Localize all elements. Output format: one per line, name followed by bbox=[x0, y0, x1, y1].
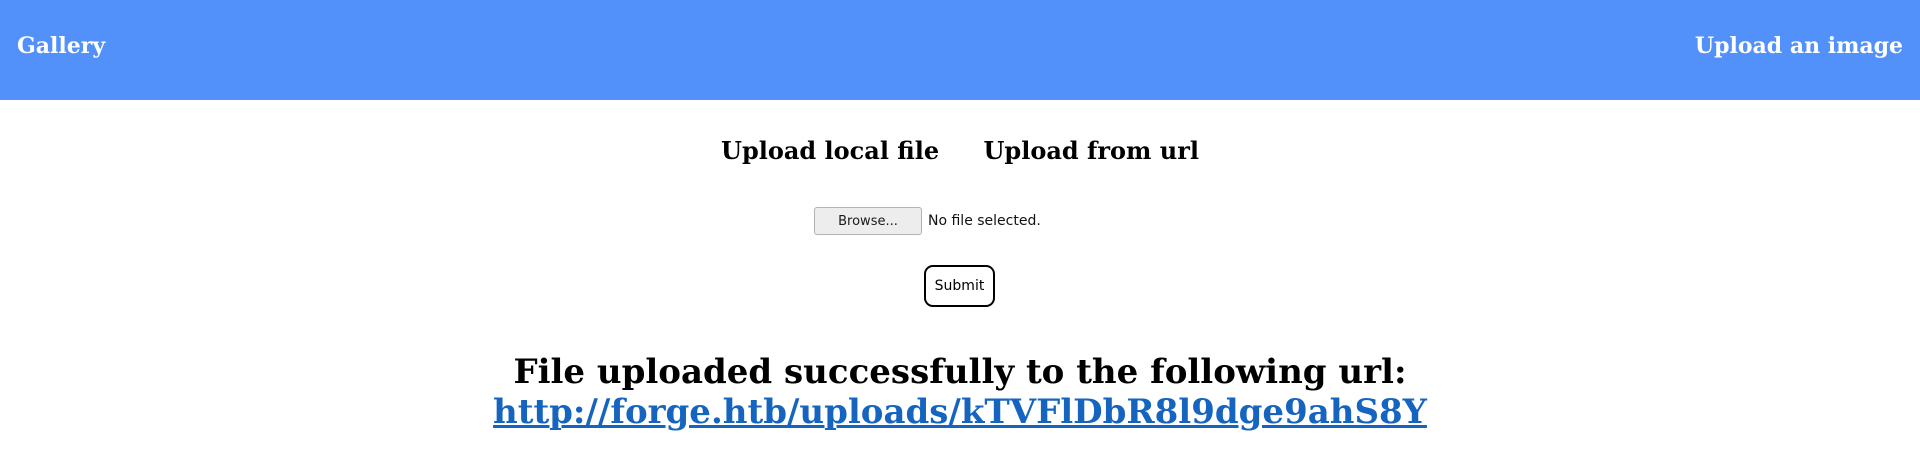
gallery-link[interactable]: Gallery bbox=[17, 33, 105, 59]
tab-upload-local-file[interactable]: Upload local file bbox=[721, 136, 939, 165]
uploaded-file-url-link[interactable]: http://forge.htb/uploads/kTVFlDbR8l9dge9… bbox=[493, 392, 1427, 432]
browse-button[interactable]: Browse... bbox=[814, 207, 922, 235]
upload-tabs: Upload local file Upload from url bbox=[0, 136, 1920, 165]
upload-image-link[interactable]: Upload an image bbox=[1695, 33, 1903, 59]
top-navbar: Gallery Upload an image bbox=[0, 0, 1920, 100]
file-status-text: No file selected. bbox=[928, 213, 1041, 229]
upload-result: File uploaded successfully to the follow… bbox=[0, 352, 1920, 432]
tab-upload-from-url[interactable]: Upload from url bbox=[984, 136, 1199, 165]
submit-button[interactable]: Submit bbox=[924, 265, 995, 307]
upload-success-message: File uploaded successfully to the follow… bbox=[513, 352, 1407, 392]
file-input[interactable]: Browse... No file selected. bbox=[814, 207, 1041, 235]
